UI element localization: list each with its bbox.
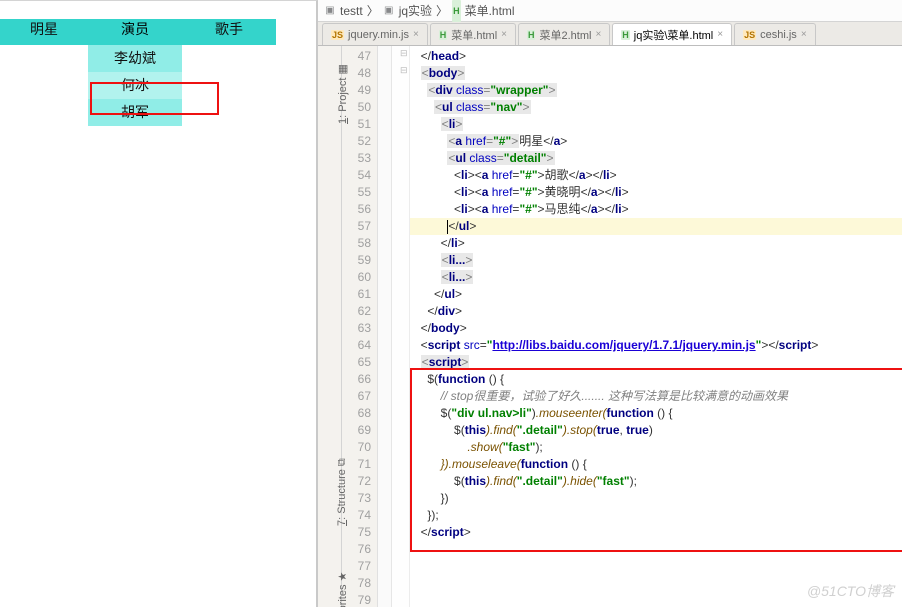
tab-ceshi[interactable]: JSceshi.js× xyxy=(734,23,816,45)
editor-tabs: JSjquery.min.js× H菜单.html× H菜单2.html× Hj… xyxy=(318,22,902,46)
crumb-root[interactable]: testt xyxy=(340,0,363,22)
sidebar-project[interactable]: 11: Project: Project ▦ xyxy=(336,64,349,124)
js-file-icon: JS xyxy=(331,30,344,40)
editor-main: 11: Project: Project ▦ 7: Structure ⧉ 2:… xyxy=(318,46,902,607)
sidebar-structure[interactable]: 7: Structure ⧉ xyxy=(336,458,349,526)
close-icon[interactable]: × xyxy=(801,29,807,40)
text-cursor xyxy=(447,220,448,234)
close-icon[interactable]: × xyxy=(717,29,723,40)
tab-active[interactable]: Hjq实验\菜单.html× xyxy=(612,23,732,45)
html-file-icon: H xyxy=(439,30,448,40)
tool-sidebar: 11: Project: Project ▦ 7: Structure ⧉ 2:… xyxy=(318,46,342,607)
ide-pane: ▣ testt 〉 ▣ jq实验 〉 H 菜单.html JSjquery.mi… xyxy=(318,0,902,607)
nav-item-actor[interactable]: 演员 xyxy=(88,19,182,45)
crumb-mid[interactable]: jq实验 xyxy=(399,0,432,22)
fold-gutter xyxy=(378,46,392,607)
html-file-icon: H xyxy=(621,30,630,40)
html-file-icon: H xyxy=(527,30,536,40)
sidebar-favorites[interactable]: 2: Favorites ★ xyxy=(336,572,349,607)
tab-jquery[interactable]: JSjquery.min.js× xyxy=(322,23,428,45)
indent-guide: ⊟ ⊟ xyxy=(392,46,410,607)
chevron-right-icon: 〉 xyxy=(436,0,448,22)
nav-item-singer[interactable]: 歌手 xyxy=(182,19,276,45)
breadcrumbs: ▣ testt 〉 ▣ jq实验 〉 H 菜单.html xyxy=(318,0,902,22)
js-file-icon: JS xyxy=(743,30,756,40)
nav-item-star[interactable]: 明星 xyxy=(0,19,88,45)
folder-icon: ▣ xyxy=(324,5,336,17)
highlight-annotation xyxy=(90,82,219,115)
html-file-icon: H xyxy=(452,0,461,22)
browser-preview-pane: 明星 演员 歌手 李幼斌 何冰 胡军 xyxy=(0,0,318,607)
nav-menu: 明星 演员 歌手 xyxy=(0,19,280,45)
code-editor[interactable]: 4748495051525354555657585960616263646566… xyxy=(342,46,902,607)
watermark: @51CTO博客 xyxy=(807,581,894,601)
chevron-right-icon: 〉 xyxy=(367,0,379,22)
detail-item[interactable]: 李幼斌 xyxy=(88,45,182,72)
crumb-file[interactable]: 菜单.html xyxy=(465,0,515,22)
tab-menu[interactable]: H菜单.html× xyxy=(430,23,516,45)
app-root: 明星 演员 歌手 李幼斌 何冰 胡军 ▣ testt 〉 ▣ jq实验 〉 H … xyxy=(0,0,902,607)
tab-menu2[interactable]: H菜单2.html× xyxy=(518,23,610,45)
folder-icon: ▣ xyxy=(383,5,395,17)
close-icon[interactable]: × xyxy=(413,29,419,40)
editor-content[interactable]: </head> <body> <div class="wrapper"> <ul… xyxy=(410,46,902,607)
code-highlight-box xyxy=(410,368,902,552)
close-icon[interactable]: × xyxy=(595,29,601,40)
close-icon[interactable]: × xyxy=(501,29,507,40)
